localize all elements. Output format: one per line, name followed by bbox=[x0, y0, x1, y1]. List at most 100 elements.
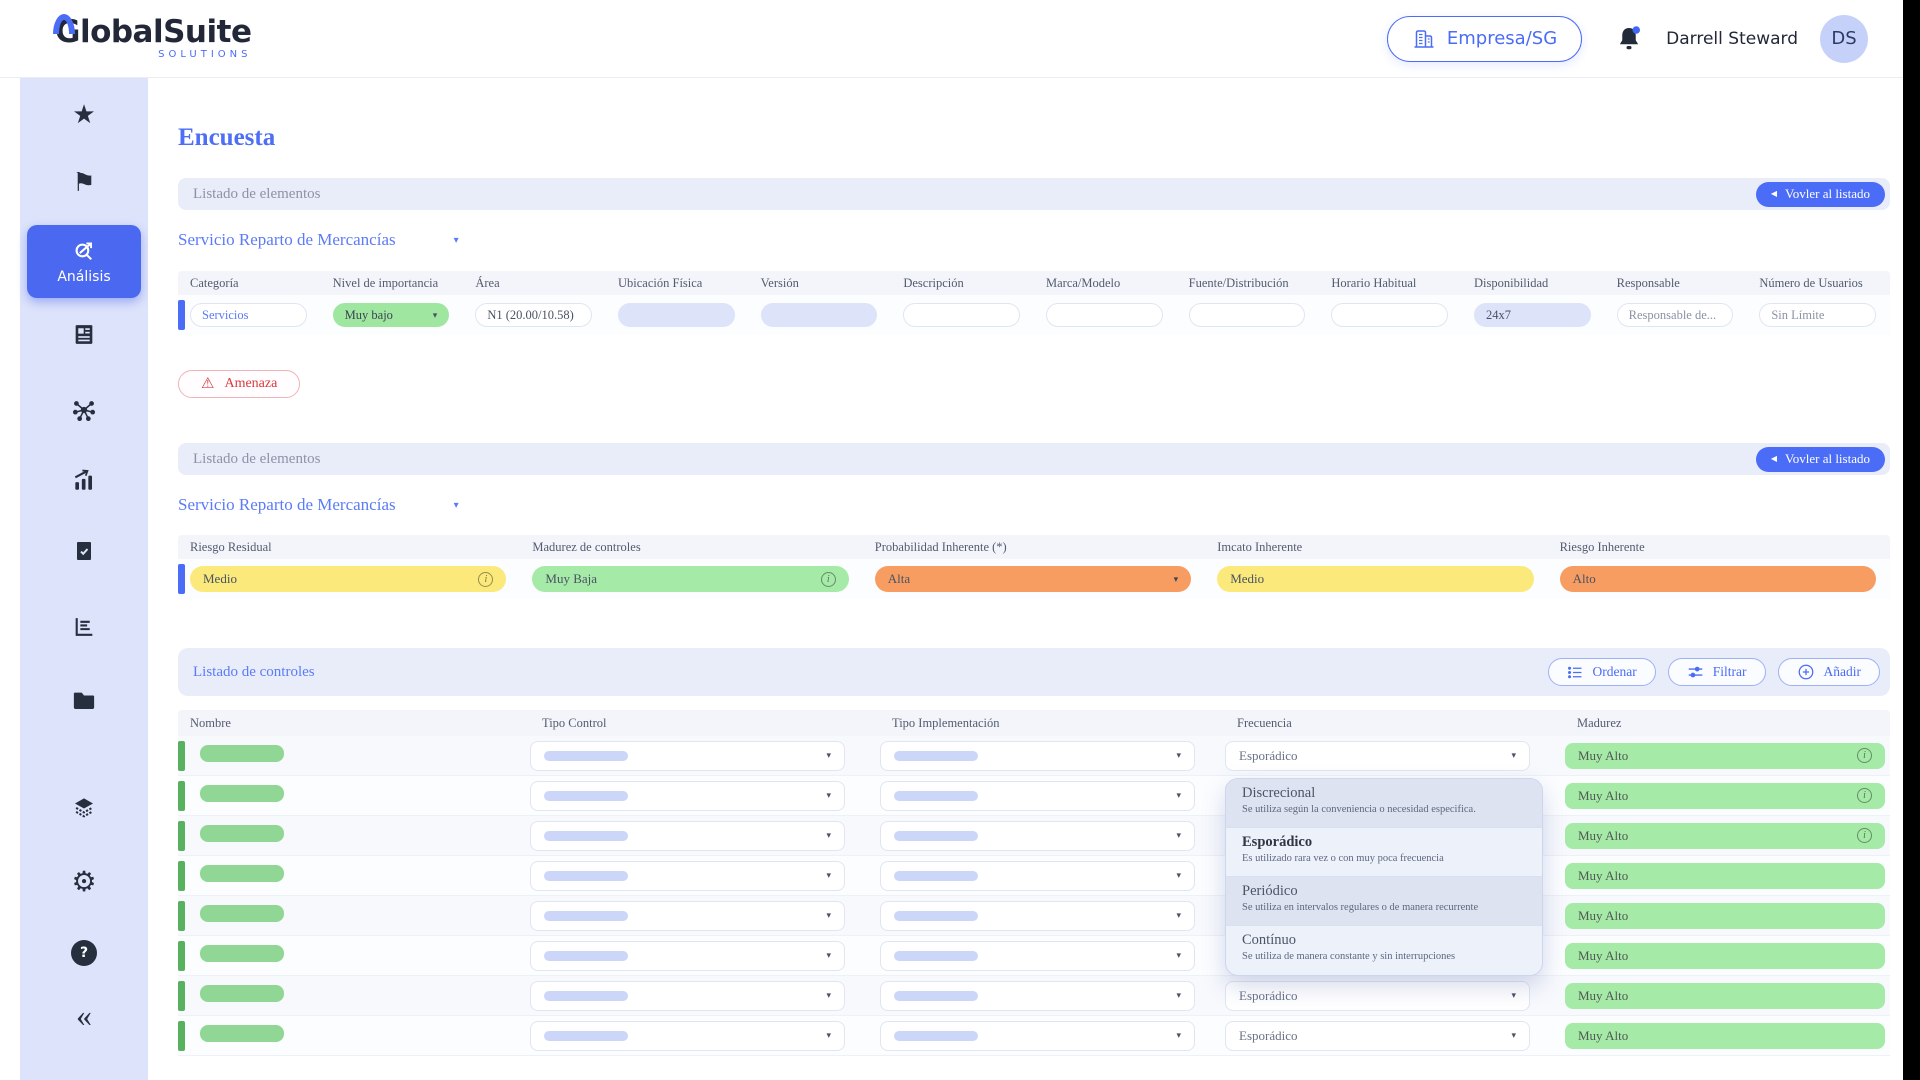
nombre-cell bbox=[178, 745, 530, 767]
categoria-field[interactable]: Servicios bbox=[190, 303, 307, 327]
tipo-implementacion-select[interactable]: ▾ bbox=[880, 821, 1195, 851]
tipo-control-select[interactable]: ▾ bbox=[530, 1021, 845, 1051]
service-selector[interactable]: Servicio Reparto de Mercancías ▾ bbox=[178, 230, 459, 250]
sidebar-item-settings[interactable]: ⚙ bbox=[71, 869, 96, 897]
tipo-implementacion-select[interactable]: ▾ bbox=[880, 861, 1195, 891]
chevron-down-icon: ▾ bbox=[433, 310, 438, 321]
sidebar-item-documents[interactable] bbox=[71, 687, 98, 714]
nivel-importancia-select[interactable]: Muy bajo▾ bbox=[333, 303, 450, 327]
sidebar-item-network[interactable] bbox=[71, 397, 97, 423]
sidebar-item-report-list[interactable] bbox=[72, 614, 97, 639]
tipo-control-select[interactable]: ▾ bbox=[530, 821, 845, 851]
horario-habitual-field[interactable] bbox=[1331, 303, 1448, 327]
numero-usuarios-field[interactable]: Sin Límite bbox=[1759, 303, 1876, 327]
tipo-implementacion-select[interactable]: ▾ bbox=[880, 901, 1195, 931]
amenaza-button[interactable]: ⚠ Amenaza bbox=[178, 370, 300, 398]
back-to-list-button-2[interactable]: ◀ Vovler al listado bbox=[1756, 447, 1885, 472]
back-to-list-button[interactable]: ◀ Vovler al listado bbox=[1756, 182, 1885, 207]
service-selector-2[interactable]: Servicio Reparto de Mercancías ▾ bbox=[178, 495, 459, 515]
tipo-implementacion-select[interactable]: ▾ bbox=[880, 981, 1195, 1011]
company-selector-button[interactable]: Empresa/SG bbox=[1387, 16, 1582, 62]
riesgo-inherente-badge[interactable]: Alto bbox=[1560, 566, 1876, 592]
disponibilidad-field[interactable]: 24x7 bbox=[1474, 303, 1591, 327]
madurez-badge[interactable]: Muy Altoi bbox=[1565, 823, 1885, 849]
fuente-distribucion-field[interactable] bbox=[1189, 303, 1306, 327]
avatar[interactable]: DS bbox=[1820, 15, 1868, 63]
descripcion-field[interactable] bbox=[903, 303, 1020, 327]
madurez-badge[interactable]: Muy Altoi bbox=[1565, 783, 1885, 809]
tipo-control-select[interactable]: ▾ bbox=[530, 941, 845, 971]
control-row: ▾ ▾ Esporádico▾ Muy Altoi bbox=[178, 776, 1890, 816]
sidebar-item-reports-chart[interactable] bbox=[71, 467, 97, 493]
tipo-control-select[interactable]: ▾ bbox=[530, 981, 845, 1011]
frecuencia-select[interactable]: Esporádico▾ bbox=[1225, 981, 1530, 1011]
sidebar-item-help[interactable]: ? bbox=[71, 940, 97, 966]
tipo-implementacion-select[interactable]: ▾ bbox=[880, 781, 1195, 811]
frecuencia-select[interactable]: Esporádico▾ bbox=[1225, 1021, 1530, 1051]
notifications-bell-icon[interactable] bbox=[1614, 24, 1644, 54]
anadir-button[interactable]: Añadir bbox=[1778, 658, 1881, 686]
tipo-implementacion-select[interactable]: ▾ bbox=[880, 1021, 1195, 1051]
element-attributes-table: Categoría Nivel de importancia Área Ubic… bbox=[178, 271, 1890, 335]
globalsuite-logo[interactable]: GlobalSuite SOLUTIONS bbox=[55, 17, 251, 60]
madurez-controles-badge[interactable]: Muy Bajai bbox=[532, 566, 848, 592]
dropdown-option-periodico[interactable]: Periódico Se utiliza en intervalos regul… bbox=[1226, 877, 1542, 926]
bar-chart-trend-icon bbox=[71, 467, 97, 493]
chevron-down-icon: ▾ bbox=[454, 500, 459, 511]
chevron-down-icon: ▾ bbox=[1511, 990, 1516, 1001]
frecuencia-select[interactable]: Esporádico▾ bbox=[1225, 741, 1530, 771]
controls-list-bar: Listado de controles Ordenar Filtrar Aña… bbox=[178, 648, 1890, 696]
chevron-down-icon: ▾ bbox=[826, 790, 831, 801]
user-name[interactable]: Darrell Steward bbox=[1666, 29, 1798, 49]
tipo-control-select[interactable]: ▾ bbox=[530, 901, 845, 931]
frecuencia-dropdown-panel: Discrecional Se utiliza según la conveni… bbox=[1225, 778, 1543, 976]
sidebar-item-analisis[interactable]: Análisis bbox=[27, 225, 141, 298]
sidebar-collapse-button[interactable]: « bbox=[76, 999, 92, 1031]
row-accent-bar bbox=[178, 901, 185, 931]
sidebar-item-favorites[interactable]: ★ bbox=[72, 102, 95, 128]
version-field[interactable] bbox=[761, 303, 878, 327]
riesgo-residual-badge[interactable]: Medioi bbox=[190, 566, 506, 592]
dropdown-option-esporadico[interactable]: Esporádico Es utilizado rara vez o con m… bbox=[1226, 828, 1542, 877]
chevron-down-icon: ▾ bbox=[1176, 790, 1181, 801]
ordenar-button[interactable]: Ordenar bbox=[1548, 658, 1656, 686]
chevron-down-icon: ▾ bbox=[826, 870, 831, 881]
placeholder-bar bbox=[544, 951, 628, 961]
area-field[interactable]: N1 (20.00/10.58) bbox=[475, 303, 592, 327]
sidebar-item-tasks[interactable] bbox=[72, 539, 96, 563]
sidebar: ★ ⚑ Análisis bbox=[20, 78, 148, 1080]
sidebar-item-flags[interactable]: ⚑ bbox=[72, 170, 95, 196]
tipo-implementacion-select[interactable]: ▾ bbox=[880, 941, 1195, 971]
impacto-inherente-badge[interactable]: Medio bbox=[1217, 566, 1533, 592]
collapse-chevrons-icon: « bbox=[76, 999, 92, 1031]
tipo-control-select[interactable]: ▾ bbox=[530, 781, 845, 811]
responsable-field[interactable]: Responsable de... bbox=[1617, 303, 1734, 327]
sidebar-item-news[interactable] bbox=[72, 322, 97, 347]
tipo-implementacion-select[interactable]: ▾ bbox=[880, 741, 1195, 771]
madurez-badge[interactable]: Muy Alto bbox=[1565, 863, 1885, 889]
back-triangle-icon: ◀ bbox=[1771, 190, 1777, 198]
chevron-down-icon: ▾ bbox=[1176, 910, 1181, 921]
tipo-control-select[interactable]: ▾ bbox=[530, 741, 845, 771]
chevron-down-icon: ▾ bbox=[1176, 750, 1181, 761]
ubicacion-fisica-field[interactable] bbox=[618, 303, 735, 327]
madurez-badge[interactable]: Muy Alto bbox=[1565, 943, 1885, 969]
tipo-control-select[interactable]: ▾ bbox=[530, 861, 845, 891]
dropdown-option-discrecional[interactable]: Discrecional Se utiliza según la conveni… bbox=[1226, 779, 1542, 828]
marca-modelo-field[interactable] bbox=[1046, 303, 1163, 327]
dropdown-option-continuo[interactable]: Contínuo Se utiliza de manera constante … bbox=[1226, 926, 1542, 975]
report-lines-icon bbox=[72, 614, 97, 639]
chevron-down-icon: ▾ bbox=[1176, 950, 1181, 961]
info-icon: i bbox=[478, 572, 493, 587]
sidebar-item-layers[interactable] bbox=[71, 795, 98, 822]
filtrar-button[interactable]: Filtrar bbox=[1668, 658, 1766, 686]
top-bar: GlobalSuite SOLUTIONS Empresa/SG Darrell… bbox=[0, 0, 1920, 78]
madurez-badge[interactable]: Muy Alto bbox=[1565, 983, 1885, 1009]
probabilidad-inherente-select[interactable]: Alta▾ bbox=[875, 566, 1191, 592]
madurez-badge[interactable]: Muy Altoi bbox=[1565, 743, 1885, 769]
madurez-badge[interactable]: Muy Alto bbox=[1565, 1023, 1885, 1049]
madurez-badge[interactable]: Muy Alto bbox=[1565, 903, 1885, 929]
row-accent-bar bbox=[178, 741, 185, 771]
row-accent-bar bbox=[178, 781, 185, 811]
chevron-down-icon: ▾ bbox=[826, 950, 831, 961]
